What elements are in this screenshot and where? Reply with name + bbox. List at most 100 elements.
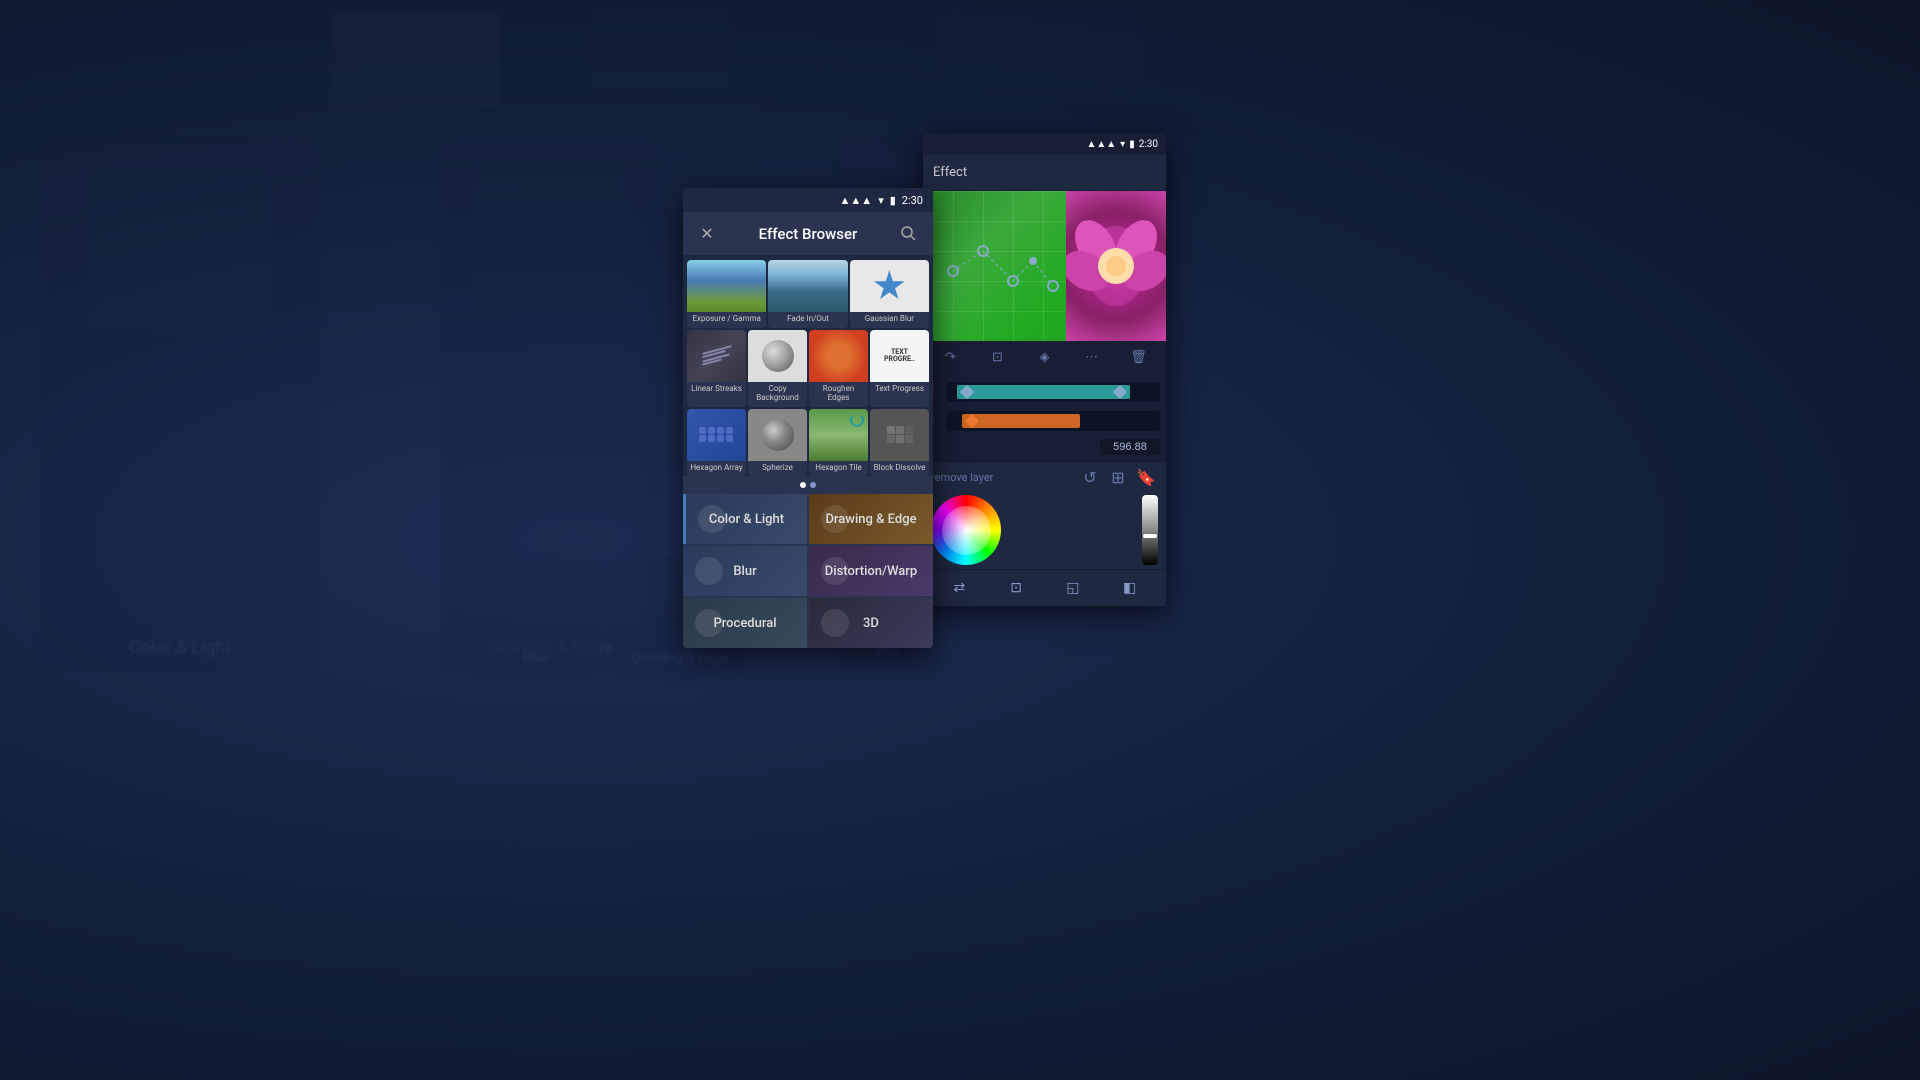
panel-header: Effect <box>923 155 1166 191</box>
track-row-1: 3 <box>929 379 1160 405</box>
effects-row-2: Linear Streaks Copy Background Roughen E… <box>683 328 933 407</box>
bookmark-icon[interactable]: 🔖 <box>1134 465 1158 489</box>
remove-layer-row: remove layer ↺ ⊞ 🔖 <box>923 463 1166 491</box>
streaks-label: Linear Streaks <box>687 382 746 398</box>
fade-label: Fade In/Out <box>768 312 847 328</box>
effect-copy-background[interactable]: Copy Background <box>748 330 807 407</box>
effects-grid-row2: Linear Streaks Copy Background Roughen E… <box>687 330 929 407</box>
3d-icon-bubble <box>821 609 849 637</box>
text-progress-visual: TEXTPROGRE.. <box>884 349 915 363</box>
color-light-icon-bubble <box>698 505 726 533</box>
streaks-visual <box>698 345 736 367</box>
text-progress-label: Text Progress <box>870 382 929 398</box>
timeline-track-2 <box>947 411 1160 431</box>
procedural-icon-bubble <box>695 609 723 637</box>
dot-1[interactable] <box>800 482 806 488</box>
effect-gaussian-blur[interactable]: Gaussian Blur <box>850 260 929 328</box>
close-button[interactable]: ✕ <box>695 222 719 246</box>
tab-drawing-edge[interactable]: Drawing & Edge <box>809 494 933 544</box>
hex-pattern-visual <box>699 427 734 442</box>
exposure-thumb <box>687 260 766 312</box>
effect-roughen-edges[interactable]: Roughen Edges <box>809 330 868 407</box>
roughen-label: Roughen Edges <box>809 382 868 407</box>
distort-icon-bubble <box>821 557 849 585</box>
exposure-label: Exposure / Gamma <box>687 312 766 328</box>
rotate-icon[interactable]: ↺ <box>1078 465 1102 489</box>
tool-icon-3[interactable]: ◈ <box>1033 345 1057 369</box>
tab-color-light[interactable]: Color & Light <box>683 494 807 544</box>
effects-grid-row1: Exposure / Gamma Fade In/Out Gaussian Bl… <box>687 260 929 328</box>
tab-3d[interactable]: 3D <box>809 598 933 648</box>
color-wheel[interactable] <box>931 495 1001 565</box>
remove-layer-btn[interactable]: remove layer <box>931 471 993 484</box>
more-options-icon[interactable]: ⋯ <box>1080 345 1104 369</box>
blur-icon-bubble <box>695 557 723 585</box>
effects-grid-row3: Hexagon Array Spherize Hexagon Tile <box>687 409 929 477</box>
orange-bar <box>962 414 1080 428</box>
side-icons: ↺ ⊞ 🔖 <box>1078 465 1158 489</box>
star-shape <box>873 270 905 302</box>
spherize-visual <box>762 419 794 451</box>
tab-3d-label: 3D <box>863 616 879 631</box>
tool-icon-2[interactable]: ⊡ <box>986 345 1010 369</box>
drawing-icon-bubble <box>821 505 849 533</box>
browser-header: ✕ Effect Browser <box>683 212 933 256</box>
battery-status-icon: ▮ <box>890 194 896 207</box>
roughen-thumb <box>809 330 868 382</box>
streaks-thumb <box>687 330 746 382</box>
effect-hexagon-array[interactable]: Hexagon Array <box>687 409 746 477</box>
tab-distortion-warp[interactable]: Distortion/Warp <box>809 546 933 596</box>
flower-thumbnail <box>1066 191 1166 341</box>
effect-spherize[interactable]: Spherize <box>748 409 807 477</box>
delete-icon[interactable]: 🗑 <box>1127 345 1151 369</box>
effect-fade-inout[interactable]: Fade In/Out <box>768 260 847 328</box>
copy-bg-thumb <box>748 330 807 382</box>
status-bar: ▲▲▲ ▾ ▮ 2:30 <box>683 188 933 212</box>
block-dissolve-visual <box>887 426 913 443</box>
hextile-label: Hexagon Tile <box>809 461 868 477</box>
panel-tool-row: ↷ ⊡ ◈ ⋯ 🗑 <box>923 341 1166 373</box>
effect-browser-modal: ▲▲▲ ▾ ▮ 2:30 ✕ Effect Browser Exposure /… <box>683 188 933 648</box>
tool-icon-1[interactable]: ↷ <box>939 345 963 369</box>
bg-card-label-1: Color & Light <box>129 637 232 658</box>
effect-exposure-gamma[interactable]: Exposure / Gamma <box>687 260 766 328</box>
browser-title: Effect Browser <box>719 225 897 243</box>
lightness-slider[interactable] <box>1142 495 1158 565</box>
spherize-thumb <box>748 409 807 461</box>
progress-circle <box>850 413 864 427</box>
color-wheel-panel <box>923 491 1166 569</box>
gaussian-label: Gaussian Blur <box>850 312 929 328</box>
block-dissolve-label: Block Dissolve <box>870 461 929 477</box>
time-display: 2:30 <box>902 194 923 207</box>
panel-time: 2:30 <box>1139 139 1158 150</box>
effect-hexagon-tile[interactable]: Hexagon Tile <box>809 409 868 477</box>
search-icon <box>901 226 917 242</box>
copy-icon[interactable]: ⊞ <box>1106 465 1130 489</box>
block-dissolve-thumb <box>870 409 929 461</box>
pagination-dots <box>683 476 933 494</box>
dot-2[interactable] <box>810 482 816 488</box>
adjust-icon[interactable]: ◧ <box>1116 574 1144 602</box>
number-row: 596.88 <box>929 437 1160 457</box>
signal-icon: ▲▲▲ <box>840 194 873 207</box>
effect-linear-streaks[interactable]: Linear Streaks <box>687 330 746 407</box>
text-progress-thumb: TEXTPROGRE.. <box>870 330 929 382</box>
timeline-track-1 <box>947 382 1160 402</box>
effect-text-progress[interactable]: TEXTPROGRE.. Text Progress <box>870 330 929 407</box>
effect-block-dissolve[interactable]: Block Dissolve <box>870 409 929 477</box>
tab-blur-label: Blur <box>733 564 756 579</box>
mask-icon[interactable]: ◱ <box>1059 574 1087 602</box>
wifi-status-icon: ▾ <box>878 194 884 207</box>
flip-icon[interactable]: ⇄ <box>945 574 973 602</box>
tab-blur[interactable]: Blur <box>683 546 807 596</box>
number-input[interactable]: 596.88 <box>1100 439 1160 455</box>
tab-procedural[interactable]: Procedural <box>683 598 807 648</box>
flower-svg <box>1066 191 1166 341</box>
search-button[interactable] <box>897 222 921 246</box>
effects-row-1: Exposure / Gamma Fade In/Out Gaussian Bl… <box>683 256 933 328</box>
bg-bottom-label-1: Blur <box>523 650 548 666</box>
hexarray-thumb <box>687 409 746 461</box>
crop-icon[interactable]: ⊡ <box>1002 574 1030 602</box>
right-panel: ▲▲▲ ▾ ▮ 2:30 Effect <box>923 133 1166 606</box>
teal-bar <box>957 385 1130 399</box>
